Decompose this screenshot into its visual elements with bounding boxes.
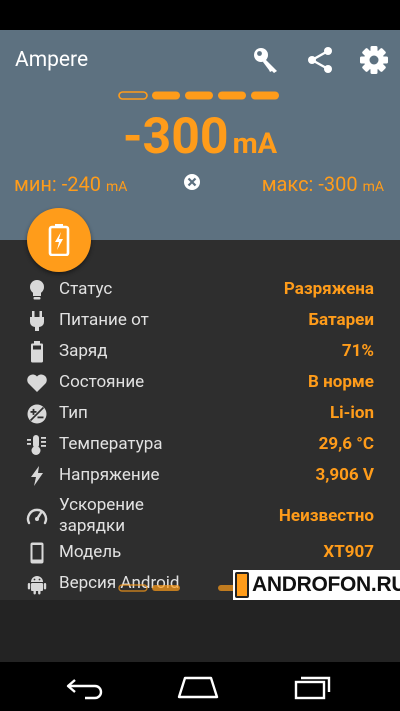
settings-icon[interactable]: [357, 43, 391, 77]
thermometer-icon: [27, 435, 46, 455]
navigation-bar: [0, 662, 400, 711]
home-icon[interactable]: [176, 674, 220, 700]
app-screen: Ampere -300 mA мин: -240 mA макс: -300 m…: [0, 0, 400, 711]
info-value: Неизвестно: [278, 506, 374, 526]
plug-icon: [30, 311, 44, 331]
info-label: Заряд: [59, 341, 108, 361]
current-value: -300: [122, 108, 229, 166]
bottom-area: [0, 600, 400, 662]
min-reading: мин: -240 mA: [14, 172, 127, 196]
back-icon[interactable]: [63, 674, 107, 700]
battery-charging-fab[interactable]: [27, 208, 91, 272]
android-icon: [27, 576, 47, 595]
info-value: 71%: [341, 341, 374, 361]
max-reading: макс: -300 mA: [262, 172, 384, 196]
min-value: -240: [61, 172, 101, 196]
info-value: XT907: [323, 542, 374, 562]
watermark-phone-icon: [235, 572, 249, 598]
current-unit: mA: [232, 127, 278, 161]
share-icon[interactable]: [303, 43, 337, 77]
info-label: Статус: [59, 279, 113, 299]
recent-apps-icon[interactable]: [290, 674, 334, 700]
speedometer-icon: [26, 508, 48, 525]
max-label: макс:: [261, 172, 314, 196]
info-label: Ускорение зарядки: [59, 495, 144, 536]
battery-charging-icon: [48, 224, 70, 256]
info-label: Состояние: [59, 372, 145, 392]
app-title: Ampere: [15, 48, 89, 72]
info-value: 3,906 V: [315, 465, 374, 485]
info-value: Разряжена: [283, 279, 374, 299]
key-icon[interactable]: [249, 43, 283, 77]
lightbulb-icon: [30, 280, 44, 300]
info-label: Питание от: [59, 310, 149, 330]
min-label: мин:: [14, 172, 57, 196]
info-label: Тип: [59, 403, 88, 423]
phone-icon: [30, 542, 44, 564]
battery-type-icon: [27, 404, 47, 424]
heart-icon: [27, 374, 47, 392]
lightning-icon: [31, 466, 43, 486]
info-label: Температура: [59, 434, 163, 454]
min-unit: mA: [105, 179, 128, 195]
info-value: 29,6 °C: [318, 434, 374, 454]
status-bar: [0, 0, 400, 30]
battery-icon: [31, 341, 43, 363]
info-value: В норме: [308, 372, 374, 392]
watermark-text: ANDROFON.RU: [252, 573, 400, 596]
info-value: Батареи: [308, 310, 374, 330]
reset-minmax-icon[interactable]: [183, 173, 201, 191]
info-value: Li-ion: [329, 403, 374, 423]
watermark-logo: ANDROFON.RU: [233, 570, 400, 600]
max-unit: mA: [362, 179, 384, 195]
info-label: Напряжение: [59, 465, 160, 485]
current-reading: -300 mA: [0, 108, 400, 166]
measurement-progress-indicator: [118, 91, 279, 100]
info-label: Модель: [59, 542, 122, 562]
max-value: -300: [318, 172, 358, 196]
